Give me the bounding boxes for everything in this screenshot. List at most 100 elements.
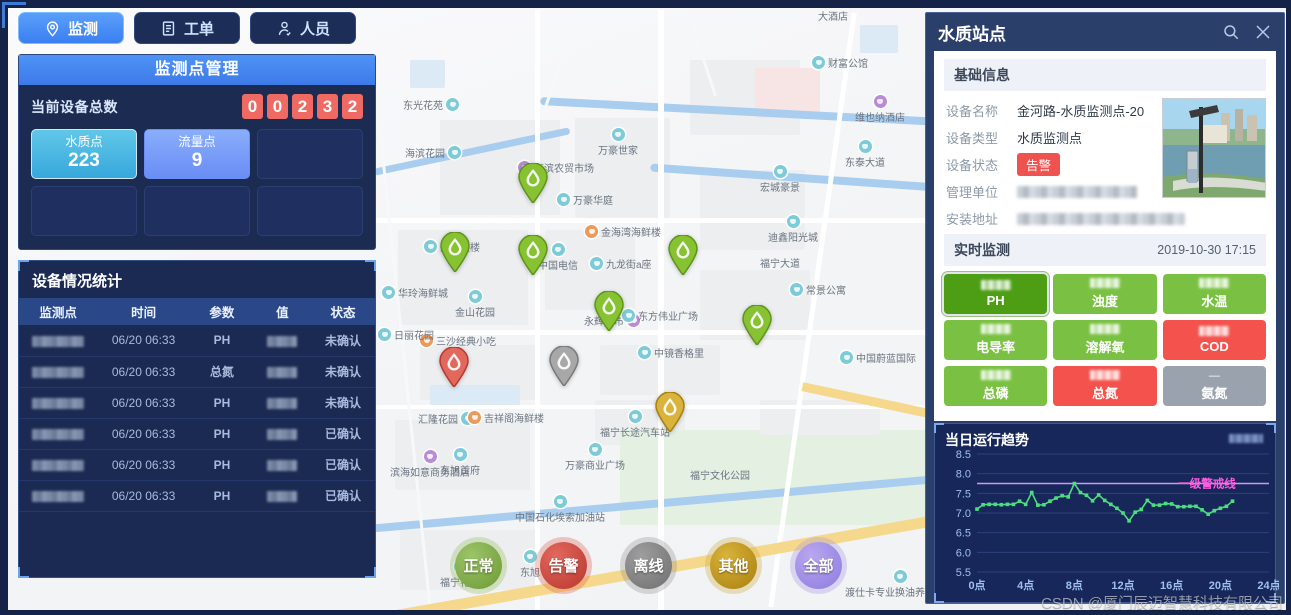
tab-personnel[interactable]: 人员 [250, 12, 356, 44]
chart-point [993, 502, 998, 507]
metric-tile[interactable]: COD [1162, 320, 1266, 360]
tab-label: 人员 [299, 20, 330, 38]
tab-monitor[interactable]: 监测 [18, 12, 124, 44]
map-poi[interactable]: 万豪华庭 [557, 192, 613, 207]
map-station-pin[interactable] [438, 232, 472, 272]
cell-param: PH [213, 395, 231, 410]
map-poi[interactable]: 中国石化埃索加油站 [515, 495, 605, 524]
x-axis-tick: 8点 [1066, 578, 1083, 592]
tab-label: 监测 [67, 20, 98, 38]
metric-tile[interactable]: 电导率 [944, 320, 1048, 360]
cell-status: 已确认 [324, 489, 361, 503]
map-poi[interactable]: 福宁大道 [760, 255, 800, 270]
device-total-digits: 00232 [242, 94, 363, 119]
table-row[interactable]: 06/20 06:33 总氮 未确认 [19, 356, 375, 387]
map-poi[interactable]: 宏城豪景 [760, 165, 800, 194]
metric-name: 电导率 [976, 340, 1016, 355]
table-row[interactable]: 06/20 06:33 PH 未确认 [19, 387, 375, 418]
chart-point [1029, 490, 1034, 495]
device-type-tile[interactable]: 流量点 9 [144, 129, 250, 179]
map-poi[interactable]: 日丽花园 [378, 327, 434, 342]
map-poi[interactable]: 东泰大道 [845, 140, 885, 169]
close-icon[interactable] [1254, 23, 1272, 41]
cell-monitor-point [19, 387, 97, 418]
total-digit: 2 [342, 94, 363, 119]
total-digit: 2 [292, 94, 313, 119]
metric-tile[interactable]: 溶解氧 [1053, 320, 1157, 360]
map-poi[interactable]: 吉祥阁海鲜楼 [468, 410, 544, 425]
realtime-metric-tiles[interactable]: PH 浊度 水温电导率 溶解氧 COD 总磷 总氮 — 氨氮 [944, 266, 1266, 406]
filter-button-offline[interactable]: 离线 [625, 542, 672, 589]
poi-marker-icon [858, 140, 872, 153]
map-poi[interactable]: 福宁文化公园 [690, 467, 750, 482]
device-type-grid[interactable]: 水质点 223 流量点 9 [19, 123, 375, 249]
table-body[interactable]: 06/20 06:33 PH 未确认 06/20 06:33 总氮 未确认 06/20 06… [19, 325, 375, 511]
device-type-tile-empty [144, 186, 250, 236]
map-poi[interactable]: 东光花苑 [403, 97, 459, 112]
map-poi[interactable]: 大酒店 [818, 8, 848, 23]
map-poi[interactable]: 金山花园 [455, 290, 495, 319]
chart-point [1151, 503, 1156, 507]
filter-button-normal[interactable]: 正常 [455, 542, 502, 589]
map-poi[interactable]: 常景公寓 [790, 282, 846, 297]
poi-marker-icon [790, 283, 803, 296]
poi-marker-icon [424, 240, 437, 253]
map-poi[interactable]: 万豪商业广场 [565, 443, 625, 472]
map-station-pin[interactable] [547, 346, 581, 386]
search-icon[interactable] [1222, 23, 1240, 41]
corner-decor [18, 567, 29, 578]
map-station-pin[interactable] [653, 392, 687, 432]
table-row[interactable]: 06/20 06:33 PH 已确认 [19, 449, 375, 480]
table-row[interactable]: 06/20 06:33 PH 已确认 [19, 418, 375, 449]
metric-tile[interactable]: — 氨氮 [1162, 366, 1266, 406]
y-axis-tick: 8.5 [956, 449, 971, 461]
cell-value [254, 325, 311, 356]
map-poi[interactable]: 中国蔚蓝国际 [840, 350, 916, 365]
metric-tile[interactable]: PH [944, 274, 1048, 314]
metric-name: 氨氮 [1201, 386, 1228, 401]
top-tab-bar[interactable]: 监测 工单 人员 [18, 12, 376, 44]
map-poi[interactable]: 华玲海鲜城 [382, 285, 448, 300]
filter-button-all[interactable]: 全部 [795, 542, 842, 589]
map-poi[interactable]: 汇隆花园 [418, 411, 474, 426]
poi-label: 华玲海鲜城 [398, 289, 448, 300]
poi-marker-icon [773, 165, 787, 178]
map-poi[interactable]: 九龙街a座 [590, 256, 652, 271]
table-row[interactable]: 06/20 06:33 PH 已确认 [19, 480, 375, 511]
threshold-label: 一级警戒线 [1178, 477, 1236, 491]
metric-tile[interactable]: 总磷 [944, 366, 1048, 406]
poi-marker-icon [557, 193, 570, 206]
device-type-count: 9 [191, 149, 203, 171]
map-station-pin[interactable] [516, 235, 550, 275]
device-type-tile[interactable]: 水质点 223 [31, 129, 137, 179]
metric-tile[interactable]: 浊度 [1053, 274, 1157, 314]
filter-button-other[interactable]: 其他 [710, 542, 757, 589]
cell-monitor-point [19, 356, 97, 387]
detail-panel-actions[interactable] [1222, 23, 1272, 41]
poi-marker-icon [468, 290, 482, 303]
map-poi[interactable]: 万豪世家 [598, 128, 638, 157]
map-poi[interactable]: 维也纳酒店 [855, 95, 905, 124]
chart-point [987, 502, 991, 507]
map-station-pin[interactable] [666, 235, 700, 275]
map-station-pin[interactable] [516, 163, 550, 203]
metric-tile[interactable]: 总氮 [1053, 366, 1157, 406]
chart-point [1121, 511, 1125, 515]
metric-tile[interactable]: 水温 [1162, 274, 1266, 314]
corner-decor [934, 593, 944, 603]
poi-label: 海滨花园 [405, 149, 445, 160]
map-poi[interactable]: 海滨花园 [405, 145, 461, 160]
tab-worksheet[interactable]: 工单 [134, 12, 240, 44]
map-poi[interactable]: 中镜香格里 [638, 345, 704, 360]
map-station-pin[interactable] [437, 347, 471, 387]
table-row[interactable]: 06/20 06:33 PH 未确认 [19, 325, 375, 356]
map-poi[interactable]: 滨海如意商务酒店 [390, 450, 470, 479]
map-status-filters[interactable]: 正常 告警 离线 其他 全部 [455, 542, 842, 589]
map-poi[interactable]: 迪鑫阳光城 [768, 215, 818, 244]
map-poi[interactable]: 东方伟业广场 [622, 308, 698, 323]
map-poi[interactable]: 财富公馆 [812, 55, 868, 70]
map-station-pin[interactable] [740, 305, 774, 345]
filter-button-alarm[interactable]: 告警 [540, 542, 587, 589]
map-station-pin[interactable] [592, 291, 626, 331]
map-poi[interactable]: 金海湾海鲜楼 [585, 224, 661, 239]
